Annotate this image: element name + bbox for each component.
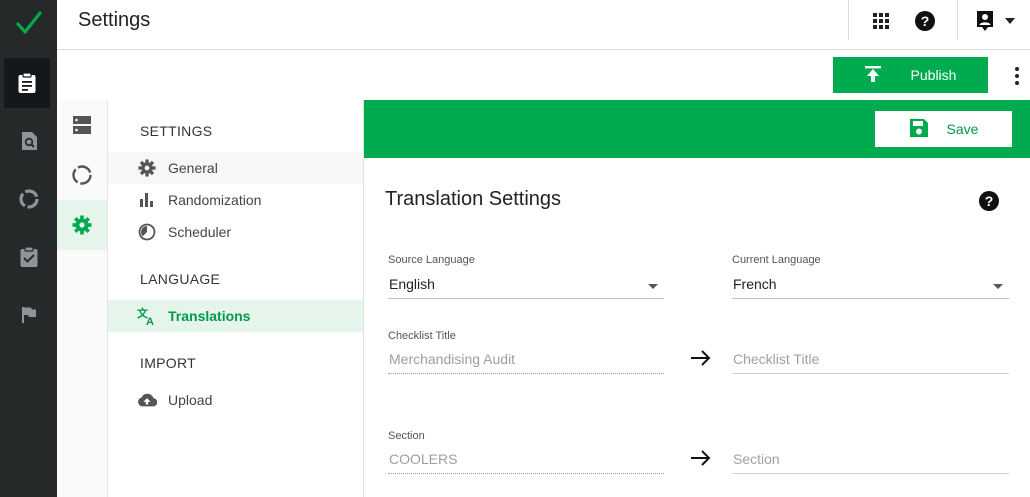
section-label: Section [388,430,425,442]
checkmark-logo-icon[interactable] [0,0,57,46]
translation-settings-panel: Translation Settings ? Source Language E… [364,158,1030,497]
current-language-value: French [733,275,777,292]
toolbar: Publish [57,50,1030,100]
checklist-title-source: Merchandising Audit [388,344,664,374]
timer-icon [137,222,157,242]
section-input[interactable]: Section [732,444,1009,474]
source-language-label: Source Language [388,254,475,266]
current-language-select[interactable]: French [732,269,1009,299]
arrow-right-icon [689,446,713,470]
cloud-upload-icon [137,390,157,410]
menu-item-general[interactable]: General [108,152,363,184]
server-icon[interactable] [57,100,107,150]
upload-icon [864,65,881,85]
settings-icon-rail [57,100,108,497]
menu-item-label: Randomization [168,192,262,208]
menu-item-translations[interactable]: 文A Translations [108,300,363,332]
flag-icon[interactable] [0,290,57,340]
menu-item-upload[interactable]: Upload [108,384,363,416]
svg-text:?: ? [921,13,930,29]
arrow-right-icon [689,346,713,370]
source-language-value: English [389,275,435,292]
search-document-icon[interactable] [0,116,57,166]
menu-section-title: SETTINGS [140,123,213,139]
app-rail [0,0,57,497]
settings-menu: SETTINGS General Randomization Scheduler… [108,100,364,497]
save-button[interactable]: Save [875,111,1012,147]
dropdown-arrow-icon [993,276,1003,292]
menu-section-title: LANGUAGE [140,271,221,287]
checklist-title-label: Checklist Title [388,330,456,342]
action-bar: Save [364,100,1030,158]
menu-item-label: Upload [168,392,213,408]
apps-grid-icon[interactable] [866,8,896,34]
menu-item-label: Scheduler [168,224,232,240]
save-label: Save [946,121,979,137]
source-language-select[interactable]: English [388,269,664,299]
checklist-title-input[interactable]: Checklist Title [732,344,1009,374]
checklist-clipboard-icon[interactable] [4,58,50,108]
menu-section-title: IMPORT [140,355,196,371]
dropdown-arrow-icon [648,276,658,292]
clipboard-check-icon[interactable] [0,232,57,282]
header-divider [848,0,849,40]
section-source: COOLERS [388,444,664,474]
bar-chart-icon [137,190,157,210]
publish-label: Publish [910,67,957,83]
menu-item-label: General [168,160,218,176]
header-divider [957,0,958,40]
translate-icon: 文A [137,306,157,326]
donut-chart-icon[interactable] [57,150,107,200]
section-heading: Translation Settings [385,188,562,210]
publish-button[interactable]: Publish [833,57,988,93]
help-icon[interactable]: ? [910,8,940,34]
page-title: Settings [78,9,151,31]
help-icon[interactable]: ? [978,190,1000,217]
svg-text:?: ? [985,193,994,209]
chevron-down-icon[interactable] [1000,8,1020,34]
current-language-label: Current Language [732,254,821,266]
svg-text:A: A [146,316,154,326]
gear-icon [137,158,157,178]
floppy-disk-icon [909,118,929,141]
top-header: Settings ? [57,0,1030,50]
gear-icon[interactable] [57,200,107,250]
more-vertical-icon[interactable] [1012,64,1022,88]
menu-item-scheduler[interactable]: Scheduler [108,216,363,248]
menu-item-label: Translations [168,308,251,324]
account-box-icon[interactable] [970,8,1000,34]
menu-item-randomization[interactable]: Randomization [108,184,363,216]
donut-chart-icon[interactable] [0,174,57,224]
